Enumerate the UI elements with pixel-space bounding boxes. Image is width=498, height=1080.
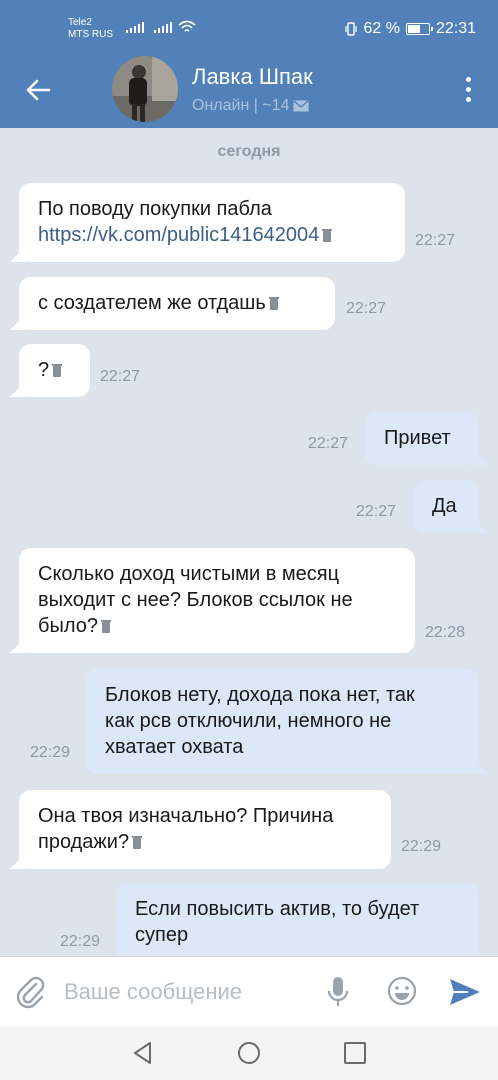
message-bubble[interactable]: Сколько доход чистыми в месяц выходит с …	[19, 548, 415, 653]
message-text: Блоков нету, дохода пока нет, так	[105, 684, 415, 706]
chat-subtitle: Онлайн | ~14	[192, 97, 309, 115]
message-text: с создателем же отдашь	[38, 292, 266, 314]
battery-icon	[405, 23, 433, 35]
microphone-icon[interactable]	[324, 975, 352, 1009]
back-button[interactable]	[18, 70, 58, 110]
message-text: Привет	[384, 427, 451, 449]
status-right: 62 % 22:31	[345, 20, 476, 38]
date-separator: сегодня	[217, 143, 281, 160]
carrier-labels: Tele2 MTS RUS	[68, 17, 113, 41]
message-time: 22:27	[308, 435, 349, 452]
message-bubble[interactable]: Да	[413, 480, 479, 533]
message-bubble[interactable]: с создателем же отдашь	[19, 277, 335, 330]
trash-icon	[268, 297, 279, 310]
message-text: как рсв отключили, немного не	[105, 710, 392, 732]
signal-2-icon	[154, 22, 172, 33]
message-text: Да	[432, 495, 457, 517]
message-text: выходит с нее? Блоков ссылок не	[38, 589, 353, 611]
envelope-icon	[293, 100, 309, 112]
message-text: супер	[135, 924, 189, 946]
message-text: продажи?	[38, 831, 130, 853]
message-link[interactable]: https://vk.com/public141642004	[38, 224, 319, 246]
avatar-photo	[112, 56, 178, 122]
triangle-back-icon[interactable]	[128, 1038, 158, 1068]
paperclip-icon[interactable]	[14, 975, 48, 1009]
message-time: 22:29	[60, 933, 101, 950]
more-vertical-icon[interactable]	[458, 74, 478, 104]
smile-icon[interactable]	[386, 975, 418, 1007]
avatar[interactable]	[112, 56, 178, 122]
status-bar: Tele2 MTS RUS 62 % 22:31	[0, 0, 498, 50]
message-time: 22:27	[415, 232, 456, 249]
message-text: Если повысить актив, то будет	[135, 898, 420, 920]
message-list[interactable]: По поводу покупки пабла https://vk.com/p…	[0, 128, 498, 956]
arrow-left-icon	[26, 79, 51, 101]
message-time: 22:29	[401, 838, 442, 855]
square-recents-icon[interactable]	[340, 1038, 370, 1068]
chat-title: Лавка Шпак	[192, 64, 313, 89]
trash-icon	[322, 229, 333, 242]
message-text: По поводу покупки пабла	[38, 198, 272, 220]
message-bubble[interactable]: Если повысить актив, то будет супер	[116, 883, 479, 956]
message-text: было?	[38, 615, 98, 637]
carrier-1: Tele2	[68, 17, 92, 28]
message-time: 22:27	[356, 503, 397, 520]
vibrate-icon	[345, 22, 358, 36]
message-bubble[interactable]: Она твоя изначально? Причина продажи?	[19, 790, 391, 869]
message-input[interactable]	[64, 977, 304, 1007]
message-composer	[0, 956, 498, 1026]
wifi-icon	[178, 20, 196, 32]
signal-1-icon	[126, 22, 144, 33]
trash-icon	[52, 364, 63, 377]
battery-percent: 62 %	[363, 20, 400, 37]
message-time: 22:29	[30, 744, 71, 761]
message-time: 22:27	[346, 300, 387, 317]
carrier-2: MTS RUS	[68, 29, 113, 40]
message-bubble[interactable]: Привет	[365, 412, 479, 465]
message-bubble[interactable]: ?	[19, 344, 90, 397]
message-bubble[interactable]: Блоков нету, дохода пока нет, так как рс…	[86, 669, 479, 774]
message-text: ?	[38, 359, 50, 381]
message-time: 22:28	[425, 624, 466, 641]
online-status: Онлайн | ~14	[192, 97, 290, 114]
send-icon[interactable]	[448, 977, 482, 1007]
trash-icon	[132, 836, 143, 849]
message-time: 22:27	[100, 368, 141, 385]
trash-icon	[100, 620, 111, 633]
message-text: Сколько доход чистыми в месяц	[38, 563, 340, 585]
circle-home-icon[interactable]	[234, 1038, 264, 1068]
system-nav-bar	[0, 1026, 498, 1080]
clock: 22:31	[435, 20, 476, 37]
message-text: хватает охвата	[105, 736, 244, 758]
message-bubble[interactable]: По поводу покупки пабла https://vk.com/p…	[19, 183, 405, 262]
message-text: Она твоя изначально? Причина	[38, 805, 334, 827]
chat-header: Лавка Шпак Онлайн | ~14	[0, 50, 498, 128]
